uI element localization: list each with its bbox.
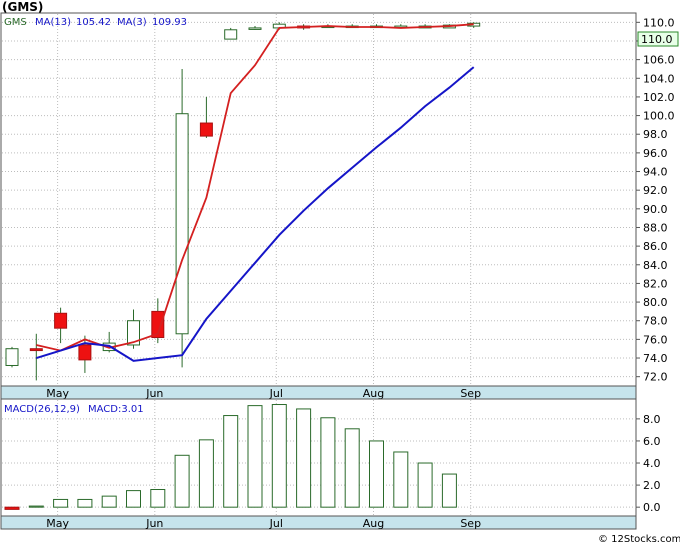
macd-bar bbox=[344, 428, 360, 508]
macd-bar bbox=[77, 498, 93, 508]
price-y-tick-label: 80.0 bbox=[643, 296, 668, 309]
price-x-axis: May Jun Jul Aug Sep bbox=[0, 385, 637, 400]
x-tick-label-may: May bbox=[46, 387, 69, 400]
candle-body bbox=[78, 344, 92, 361]
macd-y-tick-label: 0.0 bbox=[643, 501, 661, 514]
macd-x-tick-label-jun: Jun bbox=[145, 517, 163, 530]
macd-x-tick-label-aug: Aug bbox=[363, 517, 384, 530]
price-y-tick-label: 100.0 bbox=[643, 110, 675, 123]
macd-bar bbox=[393, 451, 409, 508]
candle-body bbox=[5, 348, 19, 366]
price-y-tick-label: 86.0 bbox=[643, 240, 668, 253]
macd-bar bbox=[126, 490, 141, 508]
price-y-tick-label: 72.0 bbox=[643, 371, 668, 384]
price-y-tick-label: 88.0 bbox=[643, 221, 668, 234]
macd-x-axis: May Jun Jul Aug Sep bbox=[0, 515, 637, 530]
price-y-tick-label: 76.0 bbox=[643, 333, 668, 346]
price-y-tick-label: 98.0 bbox=[643, 128, 668, 141]
candle-up bbox=[224, 27, 238, 40]
price-y-tick-label: 90.0 bbox=[643, 203, 668, 216]
macd-x-tick-label-jul: Jul bbox=[269, 517, 283, 530]
macd-y-tick-label: 8.0 bbox=[643, 413, 661, 426]
price-y-tick-label: 78.0 bbox=[643, 315, 668, 328]
price-y-tick-label: 94.0 bbox=[643, 166, 668, 179]
price-y-tick-label: 74.0 bbox=[643, 352, 668, 365]
macd-y-axis: 0.0 2.0 4.0 6.0 8.0 bbox=[636, 413, 661, 514]
legend-ma13-label: MA(13) bbox=[35, 17, 71, 28]
macd-bar bbox=[223, 415, 239, 508]
candle-body bbox=[199, 122, 213, 137]
price-y-tick-label: 102.0 bbox=[643, 91, 675, 104]
candle-up bbox=[5, 346, 19, 368]
x-tick-label-aug: Aug bbox=[363, 387, 384, 400]
candle-body bbox=[175, 113, 189, 335]
price-x-axis-band bbox=[0, 385, 637, 400]
macd-bar bbox=[320, 417, 336, 508]
last-price-badge: 110.0 bbox=[637, 31, 679, 47]
watermark: © 12Stocks.com bbox=[598, 534, 680, 545]
macd-bar bbox=[296, 408, 312, 508]
legend-ma3-value: 109.93 bbox=[152, 17, 187, 28]
price-y-tick-label: 82.0 bbox=[643, 277, 668, 290]
price-panel: 72.0 74.0 76.0 78.0 80.0 82.0 84.0 86.0 88.0 90.0… bbox=[0, 12, 679, 387]
macd-panel: 0.0 2.0 4.0 6.0 8.0 MACD(26,12,9) MACD:3.01 bbox=[0, 398, 661, 517]
legend-ma3-label: MA(3) bbox=[117, 17, 147, 28]
macd-bar bbox=[53, 498, 69, 508]
macd-bar bbox=[247, 405, 263, 508]
macd-bar bbox=[198, 439, 214, 508]
x-tick-label-sep: Sep bbox=[460, 387, 481, 400]
macd-bar bbox=[28, 505, 44, 508]
price-y-axis: 72.0 74.0 76.0 78.0 80.0 82.0 84.0 86.0 88.0 90.0… bbox=[636, 16, 675, 384]
price-y-tick-label: 84.0 bbox=[643, 259, 668, 272]
macd-bar bbox=[4, 506, 20, 510]
macd-y-tick-label: 2.0 bbox=[643, 479, 661, 492]
candle-up bbox=[175, 68, 189, 368]
price-y-tick-label: 92.0 bbox=[643, 184, 668, 197]
x-tick-label-jul: Jul bbox=[269, 387, 283, 400]
macd-value: MACD:3.01 bbox=[88, 404, 144, 415]
macd-x-tick-label-sep: Sep bbox=[460, 517, 481, 530]
macd-y-tick-label: 6.0 bbox=[643, 435, 661, 448]
price-y-tick-label: 104.0 bbox=[643, 72, 675, 85]
macd-x-axis-band bbox=[0, 515, 637, 530]
macd-x-tick-label-may: May bbox=[46, 517, 69, 530]
price-y-tick-label: 106.0 bbox=[643, 54, 675, 67]
macd-bar bbox=[174, 454, 190, 508]
macd-panel-frame bbox=[0, 398, 637, 517]
macd-title: MACD(26,12,9) bbox=[4, 404, 80, 415]
macd-bar bbox=[441, 473, 457, 508]
candle-body bbox=[54, 312, 68, 329]
candle-body bbox=[29, 348, 43, 352]
candle-body bbox=[224, 29, 238, 40]
last-price-label: 110.0 bbox=[641, 33, 673, 46]
price-panel-frame bbox=[0, 12, 637, 387]
x-tick-label-jun: Jun bbox=[145, 387, 163, 400]
macd-bar bbox=[101, 495, 117, 508]
price-y-tick-label: 110.0 bbox=[643, 16, 675, 29]
candle-body bbox=[248, 27, 262, 30]
macd-bar bbox=[271, 404, 287, 508]
macd-bar bbox=[417, 462, 433, 508]
legend-symbol: GMS bbox=[4, 17, 27, 28]
macd-y-tick-label: 4.0 bbox=[643, 457, 661, 470]
macd-bar bbox=[369, 440, 384, 508]
chart-title: (GMS) bbox=[2, 0, 43, 14]
price-y-tick-label: 96.0 bbox=[643, 147, 668, 160]
legend-ma13-value: 105.42 bbox=[76, 17, 111, 28]
macd-bar bbox=[150, 489, 166, 508]
stock-chart: 72.0 74.0 76.0 78.0 80.0 82.0 84.0 86.0 88.0 90.0… bbox=[0, 0, 680, 545]
